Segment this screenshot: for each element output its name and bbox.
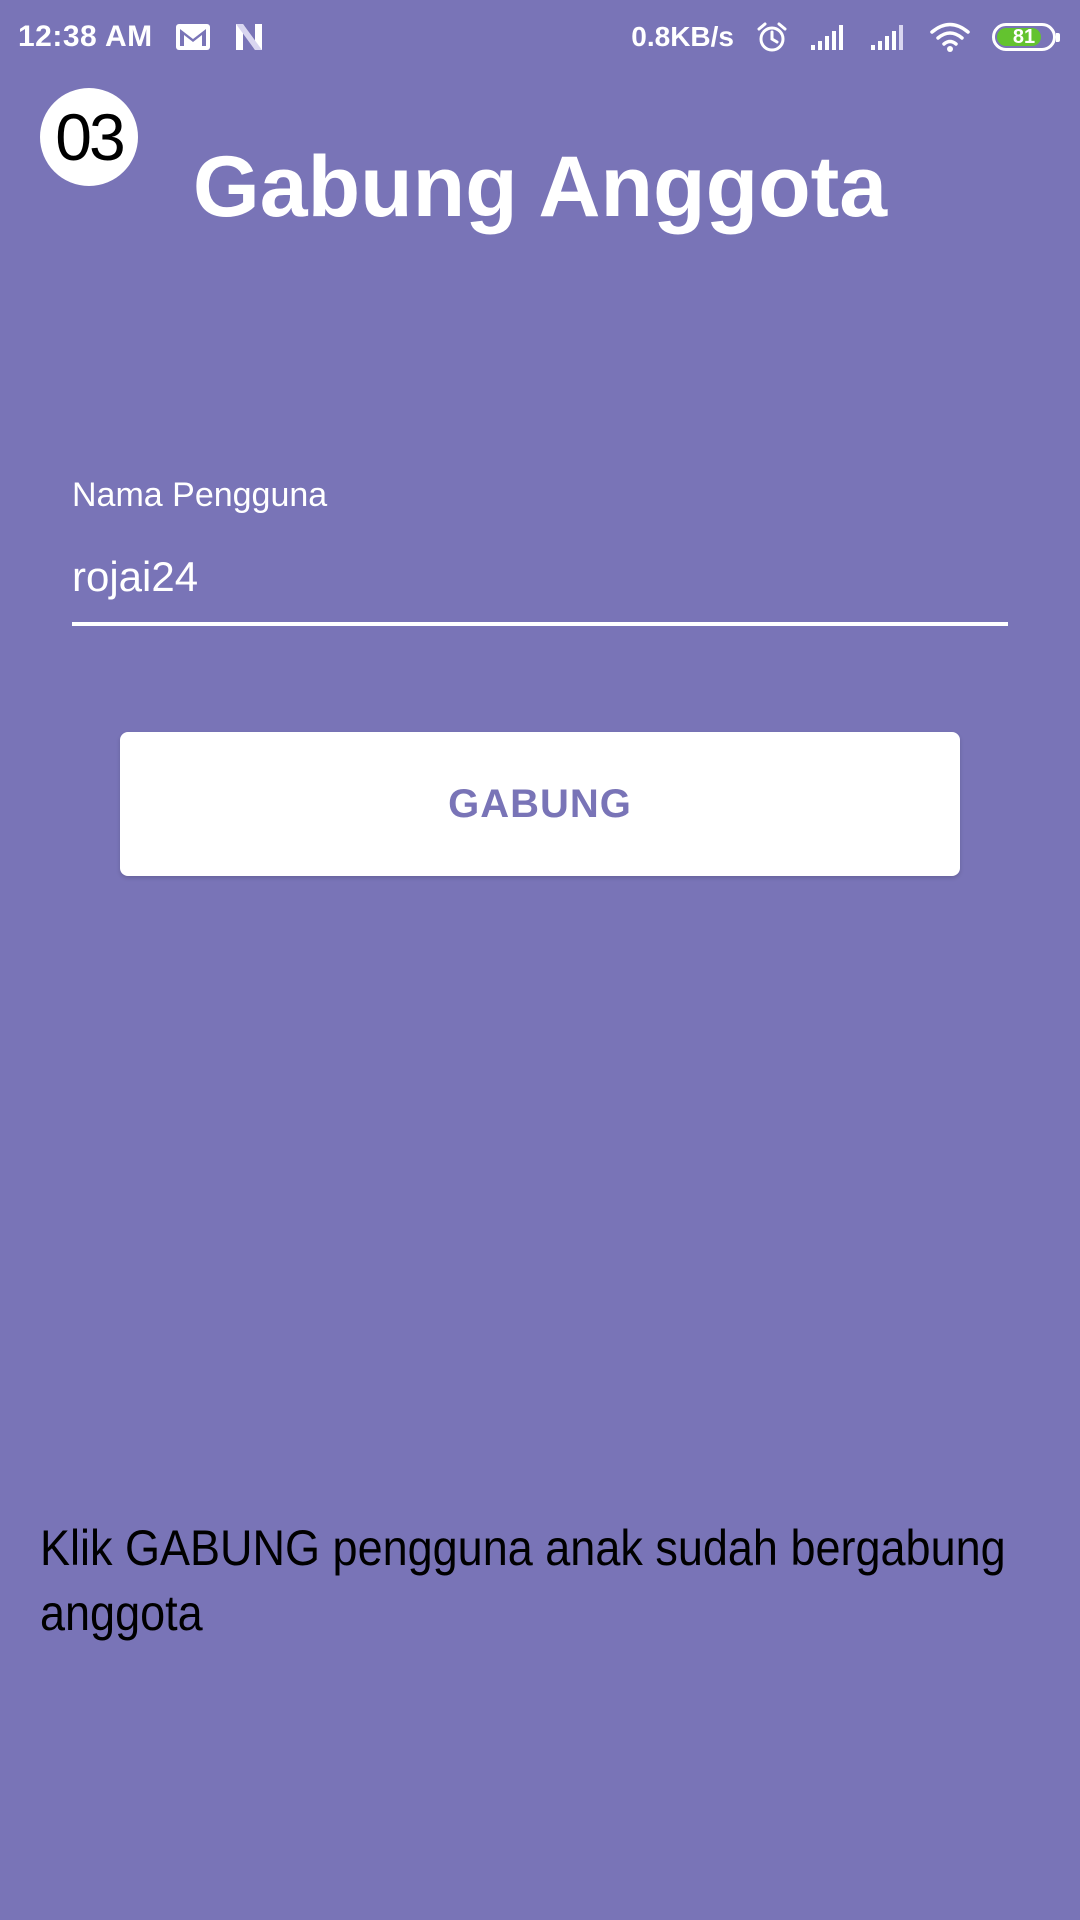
instruction-caption: Klik GABUNG pengguna anak sudah bergabun… [40, 1520, 1006, 1641]
signal-icon [870, 23, 908, 51]
status-time: 12:38 AM [18, 20, 153, 53]
username-input[interactable] [72, 546, 1008, 626]
username-label: Nama Pengguna [72, 476, 328, 514]
notification-n-icon [233, 22, 265, 52]
alarm-icon [756, 21, 788, 53]
status-bar: 12:38 AM 0.8KB/s 81 [0, 0, 1080, 74]
gmail-icon [175, 23, 211, 51]
page-title: Gabung Anggota [192, 139, 888, 235]
status-right: 0.8KB/s 81 [631, 21, 1062, 53]
battery-icon: 81 [992, 23, 1060, 51]
network-speed: 0.8KB/s [631, 21, 734, 52]
wifi-icon [930, 21, 970, 53]
join-button[interactable]: GABUNG [120, 732, 960, 876]
battery-level: 81 [1012, 26, 1036, 48]
signal-icon [810, 23, 848, 51]
status-left: 12:38 AM [18, 20, 265, 54]
